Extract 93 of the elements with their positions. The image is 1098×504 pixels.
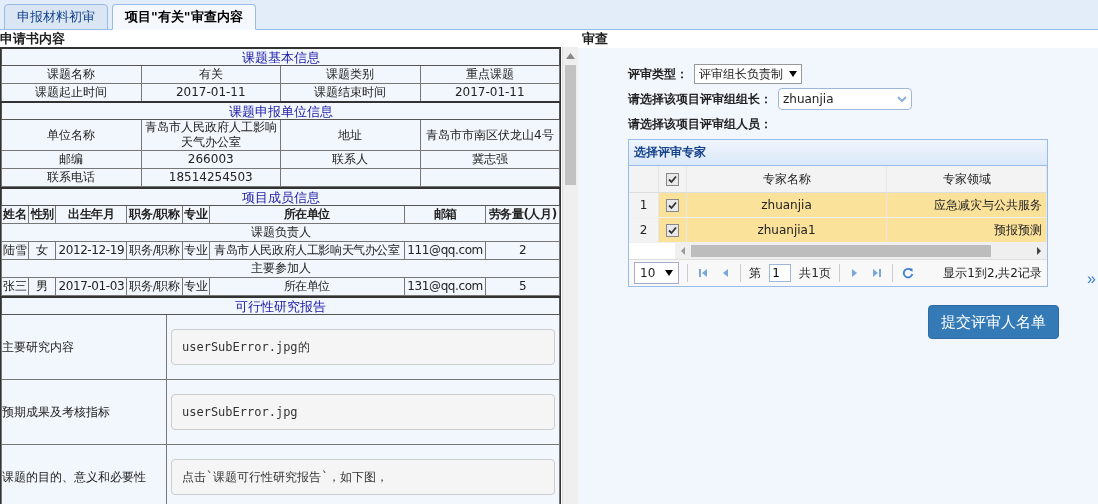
field-value: 有关 bbox=[141, 65, 281, 84]
tab[interactable]: 项目"有关"审查内容 bbox=[112, 4, 256, 30]
group-label: 课题负责人 bbox=[1, 223, 560, 242]
table-cell: 青岛市人民政府人工影响天气办公室 bbox=[209, 241, 405, 260]
field-value: 冀志强 bbox=[420, 150, 560, 169]
field-label: 课题名称 bbox=[1, 65, 141, 84]
column-header: 专家领域 bbox=[887, 166, 1047, 192]
checkbox[interactable] bbox=[666, 223, 679, 237]
row-number: 2 bbox=[629, 218, 659, 242]
section-heading: 课题申报单位信息 bbox=[1, 102, 560, 120]
scrollbar-thumb[interactable] bbox=[691, 245, 991, 257]
row-number: 1 bbox=[629, 193, 659, 217]
section-heading: 项目成员信息 bbox=[1, 188, 560, 206]
table-cell: 陆雪 bbox=[1, 241, 29, 260]
table-cell: 应急减灾与公共服务 bbox=[887, 193, 1047, 217]
panel-title: 申请书内容 bbox=[0, 30, 66, 47]
column-header: 职务/职称 bbox=[126, 205, 183, 224]
field-value: 18514254503 bbox=[141, 168, 281, 187]
column-header: 专业 bbox=[182, 205, 210, 224]
field-label: 邮编 bbox=[1, 150, 141, 169]
table-cell: 张三 bbox=[1, 277, 29, 296]
field-label: 预期成果及考核指标 bbox=[1, 379, 167, 445]
table-cell: 所在单位 bbox=[209, 277, 405, 296]
field-label: 单位名称 bbox=[1, 119, 141, 151]
scrollbar-thumb[interactable] bbox=[565, 65, 576, 185]
text-area[interactable]: 点击`课题可行性研究报告`，如下图， bbox=[171, 459, 556, 495]
field-label: 主要研究内容 bbox=[1, 314, 167, 380]
table-cell: 女 bbox=[28, 241, 56, 260]
column-header: 所在单位 bbox=[209, 205, 405, 224]
table-cell: 专业 bbox=[182, 277, 210, 296]
table-cell: 职务/职称 bbox=[126, 241, 183, 260]
field-label: 课题类别 bbox=[280, 65, 420, 84]
submit-button[interactable]: 提交评审人名单 bbox=[928, 305, 1060, 339]
group-label: 主要参加人 bbox=[1, 259, 560, 278]
page-label: 第 bbox=[749, 264, 762, 282]
column-header: 姓名 bbox=[1, 205, 29, 224]
table-cell: 131@qq.com bbox=[404, 277, 486, 296]
field-label: 联系人 bbox=[280, 150, 420, 169]
field-value: 266003 bbox=[141, 150, 281, 169]
next-icon bbox=[850, 268, 859, 278]
panel-title: 审查 bbox=[578, 30, 1098, 48]
field-label: 请选择该项目评审组人员： bbox=[628, 115, 772, 133]
leader-combo-box[interactable]: zhuanjia bbox=[778, 88, 912, 110]
previous-icon bbox=[721, 268, 730, 278]
table-cell: 5 bbox=[485, 277, 560, 296]
field-label: 课题的目的、意义和必要性 bbox=[1, 444, 167, 504]
table-cell: 职务/职称 bbox=[126, 277, 183, 296]
horizontal-scrollbar[interactable] bbox=[675, 243, 1047, 259]
grid-title: 选择评审专家 bbox=[629, 140, 1047, 166]
field-value: 青岛市市南区伏龙山4号 bbox=[420, 119, 560, 151]
table-cell: 2012-12-19 bbox=[55, 241, 127, 260]
column-header: 性别 bbox=[28, 205, 56, 224]
page-size-select[interactable]: 10 bbox=[634, 262, 680, 284]
page-input[interactable]: 1 bbox=[769, 264, 792, 282]
text-area[interactable]: userSubError.jpg bbox=[171, 394, 556, 430]
chevron-down-icon bbox=[897, 95, 907, 103]
grid-row[interactable]: 1 zhuanjia 应急减灾与公共服务 bbox=[629, 193, 1047, 218]
tab[interactable]: 申报材料初审 bbox=[4, 4, 108, 30]
scroll-up-icon bbox=[566, 53, 575, 59]
table-cell: zhuanjia bbox=[687, 193, 887, 217]
table-cell: 专业 bbox=[182, 241, 210, 260]
page-total: 共1页 bbox=[799, 264, 831, 282]
field-label: 联系电话 bbox=[1, 168, 141, 187]
column-header: 劳务量(人月) bbox=[485, 205, 560, 224]
refresh-button[interactable] bbox=[900, 266, 915, 280]
scrollbar[interactable] bbox=[562, 47, 578, 504]
column-header: 出生年月 bbox=[55, 205, 127, 224]
field-label: 评审类型： bbox=[628, 65, 688, 83]
table-cell: 男 bbox=[28, 277, 56, 296]
dropdown-arrow-icon bbox=[789, 71, 797, 77]
section-heading: 课题基本信息 bbox=[1, 48, 560, 66]
dropdown-arrow-icon bbox=[665, 270, 674, 276]
grid-row[interactable]: 2 zhuanjia1 预报预测 bbox=[629, 218, 1047, 243]
field-value: 重点课题 bbox=[420, 65, 560, 84]
table-cell: zhuanjia1 bbox=[687, 218, 887, 242]
column-header: 专家名称 bbox=[687, 166, 887, 192]
table-cell: 111@qq.com bbox=[404, 241, 486, 260]
expand-button[interactable]: » bbox=[1085, 270, 1098, 288]
scroll-left-icon bbox=[679, 246, 687, 256]
text-area[interactable]: userSubError.jpg的 bbox=[171, 329, 556, 365]
review-type-select[interactable]: 评审组长负责制 bbox=[694, 64, 802, 84]
record-summary: 显示1到2,共2记录 bbox=[943, 264, 1042, 282]
column-header: 邮箱 bbox=[404, 205, 486, 224]
table-cell: 预报预测 bbox=[887, 218, 1047, 242]
table-cell: 2 bbox=[485, 241, 560, 260]
scroll-right-icon bbox=[1035, 246, 1043, 256]
field-label: 请选择该项目评审组组长： bbox=[628, 90, 772, 108]
checkbox[interactable] bbox=[666, 172, 679, 186]
field-value: 青岛市人民政府人工影响天气办公室 bbox=[141, 119, 281, 151]
checkbox[interactable] bbox=[666, 198, 679, 212]
section-heading: 可行性研究报告 bbox=[1, 297, 560, 315]
field-label: 地址 bbox=[280, 119, 420, 151]
table-cell: 2017-01-03 bbox=[55, 277, 127, 296]
